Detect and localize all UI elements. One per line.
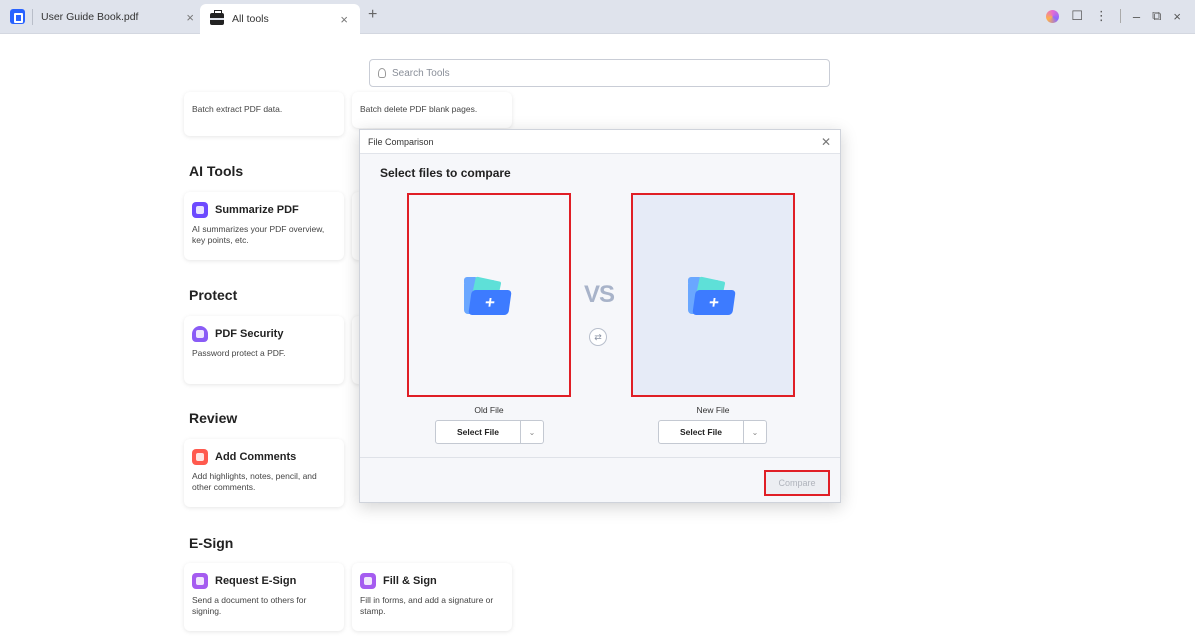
chevron-down-icon[interactable]: ⌄	[521, 420, 544, 444]
close-icon[interactable]: ×	[340, 12, 348, 27]
lightbulb-icon	[378, 68, 386, 78]
dialog-header: File Comparison ✕	[360, 130, 840, 154]
card-desc: Send a document to others for signing.	[192, 595, 307, 616]
app-logo-icon	[10, 9, 25, 24]
new-file-select: Select File ⌄	[658, 420, 767, 444]
close-icon[interactable]: ✕	[821, 135, 831, 149]
vs-label: VS	[584, 281, 615, 308]
section-title-esign: E-Sign	[189, 535, 234, 551]
old-file-select: Select File ⌄	[435, 420, 544, 444]
select-file-button[interactable]: Select File	[658, 420, 744, 444]
section-title-review: Review	[189, 410, 238, 426]
file-comparison-dialog: File Comparison ✕ Select files to compar…	[359, 129, 841, 503]
toolbox-icon	[210, 10, 224, 25]
avatar[interactable]	[1046, 9, 1060, 23]
section-title-ai-tools: AI Tools	[189, 163, 244, 179]
compare-button[interactable]: Compare	[764, 470, 830, 496]
close-window-icon[interactable]: ×	[1173, 9, 1181, 24]
card-title: Fill & Sign	[383, 575, 437, 587]
card-desc: Batch delete PDF blank pages.	[360, 104, 478, 114]
card-desc: Fill in forms, and add a signature or st…	[360, 595, 494, 616]
chat-icon[interactable]: ☐	[1071, 8, 1083, 24]
request-esign-icon	[192, 573, 208, 589]
card-desc: Password protect a PDF.	[192, 348, 286, 358]
card-desc: AI summarizes your PDF overview, key poi…	[192, 224, 325, 245]
window-controls: ☐ ⋮ – ⧉ ×	[1046, 8, 1181, 24]
select-file-button[interactable]: Select File	[435, 420, 521, 444]
dialog-footer: Compare	[360, 457, 840, 502]
divider	[1119, 9, 1121, 23]
card-title: Summarize PDF	[215, 204, 299, 216]
section-title-protect: Protect	[189, 287, 238, 303]
card-title: PDF Security	[215, 328, 284, 340]
restore-icon[interactable]: ⧉	[1152, 8, 1161, 24]
new-file-label: New File	[696, 405, 730, 415]
lock-icon	[192, 326, 208, 342]
new-tab-icon[interactable]: +	[368, 6, 377, 24]
card-desc: Batch extract PDF data.	[192, 104, 283, 114]
swap-icon[interactable]: ⇄	[589, 328, 607, 346]
card-title: Request E-Sign	[215, 575, 297, 587]
old-file-label: Old File	[474, 405, 504, 415]
add-folder-icon: +	[688, 276, 738, 317]
search-input[interactable]: Search Tools	[369, 59, 830, 87]
add-folder-icon: +	[464, 276, 514, 317]
card-title: Add Comments	[215, 451, 297, 463]
more-icon[interactable]: ⋮	[1095, 8, 1108, 24]
tool-card-fill-sign[interactable]: Fill & Sign Fill in forms, and add a sig…	[352, 563, 512, 631]
card-desc: Add highlights, notes, pencil, and other…	[192, 471, 317, 492]
tool-card-batch-extract[interactable]: Batch extract PDF data.	[184, 92, 344, 136]
tab-all-tools[interactable]: All tools ×	[200, 4, 360, 34]
dialog-subtitle: Select files to compare	[380, 166, 511, 180]
summarize-icon	[192, 202, 208, 218]
comment-icon	[192, 449, 208, 465]
new-file-drop-zone[interactable]: +	[631, 193, 795, 397]
close-icon[interactable]: ×	[186, 10, 194, 25]
tool-card-summarize-pdf[interactable]: Summarize PDF AI summarizes your PDF ove…	[184, 192, 344, 260]
tool-card-batch-delete[interactable]: Batch delete PDF blank pages.	[352, 92, 512, 128]
search-placeholder: Search Tools	[392, 67, 450, 79]
tab-label: All tools	[232, 13, 269, 25]
title-bar: User Guide Book.pdf × All tools × + ☐ ⋮ …	[0, 0, 1195, 34]
tab-label: User Guide Book.pdf	[41, 11, 139, 23]
old-file-drop-zone[interactable]: +	[407, 193, 571, 397]
dialog-title: File Comparison	[368, 136, 434, 147]
chevron-down-icon[interactable]: ⌄	[744, 420, 767, 444]
tab-user-guide[interactable]: User Guide Book.pdf ×	[32, 9, 202, 25]
tool-card-pdf-security[interactable]: PDF Security Password protect a PDF.	[184, 316, 344, 384]
minimize-icon[interactable]: –	[1133, 9, 1140, 24]
fill-sign-icon	[360, 573, 376, 589]
tool-card-request-esign[interactable]: Request E-Sign Send a document to others…	[184, 563, 344, 631]
tool-card-add-comments[interactable]: Add Comments Add highlights, notes, penc…	[184, 439, 344, 507]
